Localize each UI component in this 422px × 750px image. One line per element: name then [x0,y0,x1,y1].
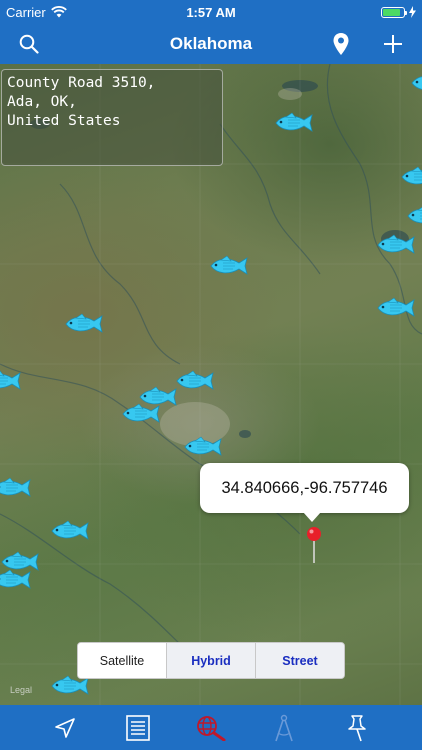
fish-marker-icon[interactable] [274,112,314,134]
fish-marker-icon[interactable] [175,370,215,392]
search-button[interactable] [9,24,49,64]
fish-marker-icon[interactable] [50,520,90,542]
red-pin-icon[interactable] [306,526,322,564]
map-type-selector: Satellite Hybrid Street [77,642,345,679]
charging-bolt-icon [409,6,416,18]
compass-icon [275,714,293,741]
fish-marker-icon[interactable] [406,205,422,227]
address-line: County Road 3510, [7,75,156,91]
add-button[interactable] [373,24,413,64]
tab-compass[interactable] [264,708,304,748]
tab-bar [0,705,422,750]
fish-marker-icon[interactable] [0,477,32,499]
globe-search-icon [197,715,226,741]
fish-marker-icon[interactable] [0,569,32,591]
fish-marker-icon[interactable] [209,255,249,277]
fish-marker-icon[interactable] [410,72,422,94]
address-panel: County Road 3510, Ada, OK, United States [1,69,223,166]
fish-marker-icon[interactable] [376,297,416,319]
tab-globe-search[interactable] [191,708,231,748]
fish-marker-icon[interactable] [183,436,223,458]
address-line: United States [7,113,121,129]
pushpin-icon [348,714,367,741]
search-icon [19,34,39,54]
tab-navigate[interactable] [45,708,85,748]
fish-marker-icon[interactable] [121,403,161,425]
battery-level [383,8,400,16]
fish-marker-icon[interactable] [400,166,422,188]
fish-marker-icon[interactable] [376,234,416,256]
list-icon [125,714,150,741]
location-button[interactable] [321,24,361,64]
battery-icon [381,6,407,18]
tab-list[interactable] [118,708,158,748]
plus-icon [384,35,402,53]
coordinate-text: 34.840666,-96.757746 [221,478,388,497]
status-left: Carrier [6,5,67,20]
page-title: Oklahoma [169,34,253,53]
status-right [381,6,416,18]
carrier-label: Carrier [6,4,46,20]
nav-bar: Oklahoma [0,24,422,64]
navigate-arrow-icon [54,717,75,738]
fish-marker-icon[interactable] [0,370,22,392]
tab-pushpin[interactable] [337,708,377,748]
street-segment[interactable]: Street [256,643,344,678]
satellite-segment[interactable]: Satellite [78,643,167,678]
satellite-map[interactable]: County Road 3510, Ada, OK, United States… [0,64,422,705]
fish-marker-icon[interactable] [64,313,104,335]
coordinate-callout[interactable]: 34.840666,-96.757746 [200,463,409,522]
hybrid-segment[interactable]: Hybrid [167,643,256,678]
legal-link[interactable]: Legal [10,685,32,695]
wifi-icon [50,6,67,18]
location-pin-icon [333,33,349,55]
address-line: Ada, OK, [7,94,77,110]
status-bar: Carrier 1:57 AM [0,0,422,24]
